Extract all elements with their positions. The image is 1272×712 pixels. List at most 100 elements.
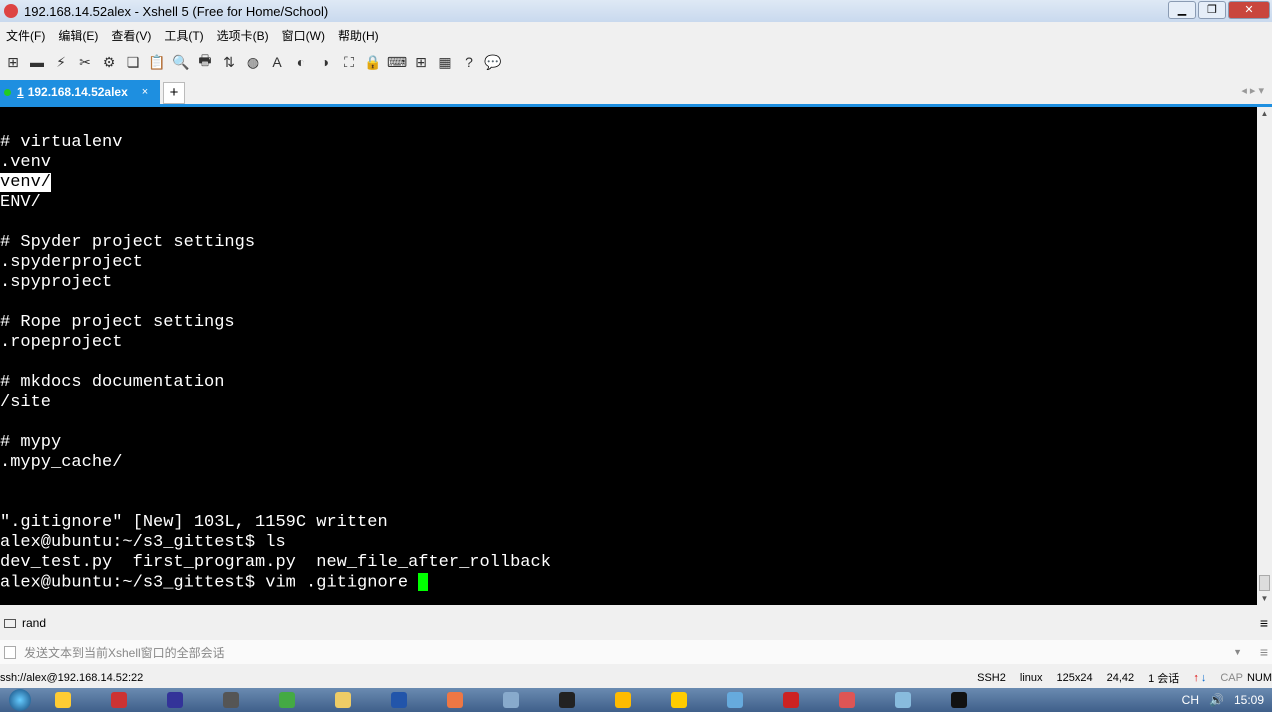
scroll-down-icon[interactable]: ▼ xyxy=(1257,594,1272,603)
taskbar-app-icon[interactable] xyxy=(152,689,198,711)
terminal-line: # virtualenv xyxy=(0,133,1257,153)
globe-icon[interactable]: ◍ xyxy=(244,53,262,71)
terminal-line-text: # virtualenv xyxy=(0,133,123,152)
taskbar-app-icon[interactable] xyxy=(936,689,982,711)
connected-status-icon xyxy=(4,88,11,96)
toolbar: ⊞ ▬ ⚡ ✂ ⚙ ❏ 📋 🔍 🖶 ⇅ ◍ A ◐ ◑ ⛶ 🔒 ⌨ ⊞ ▦? 💬 xyxy=(0,50,502,74)
new-session-icon[interactable]: ⊞ xyxy=(4,53,22,71)
xshell-logo-icon xyxy=(4,4,18,18)
tab-close-icon[interactable]: × xyxy=(142,86,148,98)
menu-tab[interactable]: 选项卡(B) xyxy=(211,27,276,44)
menu-tools[interactable]: 工具(T) xyxy=(158,27,210,44)
start-button[interactable] xyxy=(0,688,40,712)
taskbar-app-icon[interactable] xyxy=(712,689,758,711)
taskbar-app-icon[interactable] xyxy=(40,689,86,711)
volume-icon[interactable]: 🔊 xyxy=(1209,693,1224,707)
disconnect-icon[interactable]: ✂ xyxy=(76,53,94,71)
dropdown-icon[interactable]: ▼ xyxy=(1233,647,1242,657)
taskbar-app-icon[interactable] xyxy=(600,689,646,711)
keyboard-icon[interactable]: ⌨ xyxy=(387,53,407,71)
restore-button[interactable]: ❐ xyxy=(1198,1,1226,19)
terminal-line: .mypy_cache/ xyxy=(0,453,1257,473)
taskbar-app-icon[interactable] xyxy=(320,689,366,711)
scroll-up-icon[interactable]: ▲ xyxy=(1257,109,1272,118)
taskbar-app-icon[interactable] xyxy=(656,689,702,711)
menu-file[interactable]: 文件(F) xyxy=(0,27,52,44)
compose-bar[interactable]: rand ≡ xyxy=(0,612,1272,634)
menu-window[interactable]: 窗口(W) xyxy=(276,27,332,44)
open-folder-icon[interactable]: ▬ xyxy=(28,53,46,71)
transfer-icon[interactable]: ⇅ xyxy=(220,53,238,71)
layout-icon[interactable]: ▦ xyxy=(436,53,454,71)
print-icon[interactable]: 🖶 xyxy=(196,52,214,71)
terminal-line: venv/ xyxy=(0,173,1257,193)
scroll-thumb[interactable] xyxy=(1259,575,1270,591)
connect-icon[interactable]: ⚡ xyxy=(52,53,70,71)
close-button[interactable]: ✕ xyxy=(1228,1,1270,19)
compose-menu-icon[interactable]: ≡ xyxy=(1260,615,1268,631)
download-arrow-icon: ↓ xyxy=(1200,672,1207,684)
taskbar-app-icon[interactable] xyxy=(768,689,814,711)
fullscreen-icon[interactable]: ⛶ xyxy=(340,53,358,71)
language-indicator[interactable]: CH xyxy=(1182,693,1199,707)
font-icon[interactable]: A xyxy=(268,53,286,71)
clock[interactable]: 15:09 xyxy=(1234,693,1264,707)
terminal-line-text: .ropeproject xyxy=(0,333,123,352)
taskbar-app-icon[interactable] xyxy=(96,689,142,711)
help-icon[interactable]: ? xyxy=(460,53,478,71)
taskbar-app-icon[interactable] xyxy=(544,689,590,711)
menu-view[interactable]: 查看(V) xyxy=(105,27,158,44)
menu-edit[interactable]: 编辑(E) xyxy=(52,27,105,44)
terminal-line-text: .spyproject xyxy=(0,273,113,292)
terminal-line-text: venv/ xyxy=(0,173,52,192)
copy-icon[interactable]: ❏ xyxy=(124,53,142,71)
taskbar: CH 🔊 15:09 xyxy=(0,688,1272,712)
terminal-line-text: /site xyxy=(0,393,52,412)
taskbar-app-icon[interactable] xyxy=(264,689,310,711)
terminal-line-text: .mypy_cache/ xyxy=(0,453,123,472)
status-protocol: SSH2 xyxy=(977,672,1006,684)
find-icon[interactable]: 🔍 xyxy=(172,53,190,71)
send-all-checkbox[interactable] xyxy=(4,645,16,659)
terminal-line: alex@ubuntu:~/s3_gittest$ vim .gitignore xyxy=(0,573,1257,593)
xftp-icon[interactable]: ◐ xyxy=(292,53,310,71)
add-layout-icon[interactable]: ⊞ xyxy=(412,53,430,71)
terminal-line: .spyderproject xyxy=(0,253,1257,273)
send-to-all-bar[interactable]: 发送文本到当前Xshell窗口的全部会话 ▼ ≡ xyxy=(0,640,1272,664)
taskbar-app-icon[interactable] xyxy=(488,689,534,711)
terminal[interactable]: # virtualenv .venv venv/ENV/ # Spyder proje… xyxy=(0,107,1257,605)
status-bar: ssh://alex@192.168.14.52:22 SSH2 linux 1… xyxy=(0,668,1272,688)
terminal-scrollbar[interactable]: ▲ ▼ xyxy=(1257,107,1272,605)
lock-icon[interactable]: 🔒 xyxy=(364,53,382,71)
tab-session[interactable]: 1 192.168.14.52alex × xyxy=(0,80,160,104)
terminal-line: # mypy xyxy=(0,433,1257,453)
keyboard-icon xyxy=(4,618,16,628)
paste-icon[interactable]: 📋 xyxy=(148,53,166,71)
send-all-input[interactable]: 发送文本到当前Xshell窗口的全部会话 xyxy=(24,644,225,661)
taskbar-app-icon[interactable] xyxy=(880,689,926,711)
comment-icon[interactable]: 💬 xyxy=(484,53,502,71)
taskbar-app-icon[interactable] xyxy=(432,689,478,711)
terminal-line-text: .venv xyxy=(0,153,52,172)
settings-icon[interactable]: ⚙ xyxy=(100,53,118,71)
terminal-line-text: # mypy xyxy=(0,433,62,452)
tab-nav-buttons[interactable]: ◂ ▸ ▾ xyxy=(1241,84,1264,97)
script-icon[interactable]: ◑ xyxy=(316,53,334,71)
terminal-line: # Spyder project settings xyxy=(0,233,1257,253)
add-tab-button[interactable]: + xyxy=(163,82,185,104)
compose-text[interactable]: rand xyxy=(22,616,46,630)
menu-help[interactable]: 帮助(H) xyxy=(332,27,386,44)
terminal-line: ".gitignore" [New] 103L, 1159C written xyxy=(0,513,1257,533)
tab-label: 192.168.14.52alex xyxy=(27,85,128,99)
minimize-button[interactable]: ▁ xyxy=(1168,1,1196,19)
sendbar-menu-icon[interactable]: ≡ xyxy=(1260,644,1268,660)
status-num: NUM xyxy=(1246,672,1272,684)
terminal-line: dev_test.py first_program.py new_file_af… xyxy=(0,553,1257,573)
taskbar-app-icon[interactable] xyxy=(208,689,254,711)
taskbar-app-icon[interactable] xyxy=(824,689,870,711)
taskbar-app-icon[interactable] xyxy=(376,689,422,711)
